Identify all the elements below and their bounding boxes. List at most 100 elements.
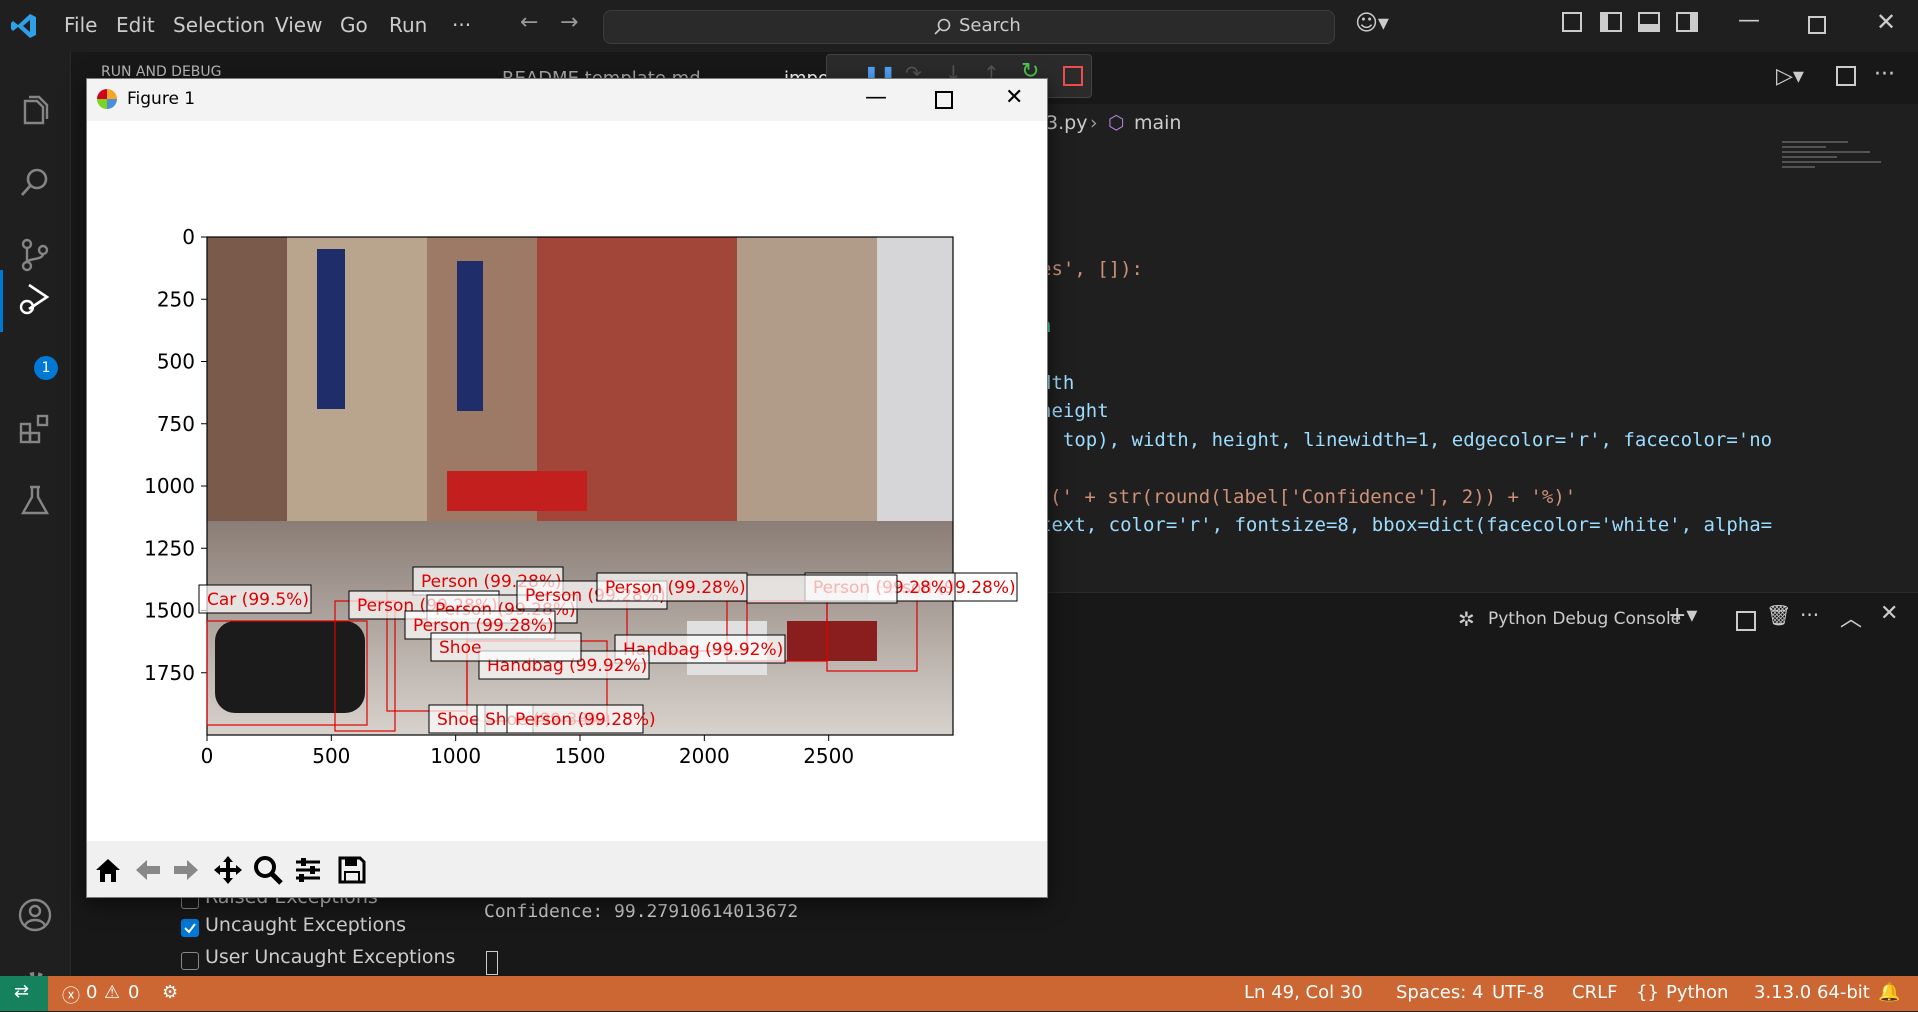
search-label: Search (959, 15, 1021, 36)
close-panel-icon[interactable]: ✕ (1880, 601, 1898, 626)
x-tick-label: 0 (201, 744, 214, 768)
title-bar: File Edit Selection View Go Run ··· ← → … (0, 0, 1918, 52)
menu-file[interactable]: File (64, 13, 97, 37)
split-editor-icon[interactable] (1836, 66, 1856, 86)
remote-icon: ⇄ (14, 981, 30, 1002)
user-uncaught-exceptions-checkbox[interactable] (181, 952, 199, 970)
configure-subplots-icon[interactable] (289, 851, 327, 889)
detection-label: Car (99.5%) (198, 584, 312, 614)
close-window-icon[interactable]: ✕ (1876, 8, 1896, 36)
toggle-secondary-sidebar-icon[interactable] (1676, 12, 1698, 32)
run-file-icon[interactable]: ▷▾ (1776, 64, 1804, 89)
back-icon[interactable] (129, 851, 167, 889)
figure-title: Figure 1 (127, 89, 196, 109)
menu-selection[interactable]: Selection (173, 13, 265, 37)
figure-toolbar (87, 841, 1047, 897)
maximize-panel-icon[interactable]: ︿ (1840, 601, 1862, 633)
remote-indicator[interactable]: ⇄ (0, 976, 48, 1011)
indentation[interactable]: Spaces: 4 (1396, 982, 1483, 1003)
extensions-icon[interactable] (10, 404, 60, 454)
customize-layout-icon[interactable] (1562, 12, 1582, 32)
x-tick-label: 1500 (555, 744, 606, 768)
run-debug-icon[interactable] (10, 274, 60, 324)
panel-more-icon[interactable]: ··· (1800, 603, 1819, 627)
figure-maximize-icon[interactable] (935, 91, 953, 109)
error-count[interactable]: 0 (86, 982, 97, 1003)
new-terminal-icon[interactable]: +▾ (1668, 603, 1697, 628)
minimap[interactable] (1782, 138, 1892, 248)
y-tick-label: 1250 (144, 536, 195, 560)
trash-icon[interactable]: 🗑 (1766, 603, 1791, 627)
forward-arrow-icon[interactable]: → (560, 10, 578, 35)
braces-icon: {} (1636, 982, 1659, 1003)
source-control-icon[interactable] (10, 230, 60, 280)
toggle-panel-icon[interactable] (1638, 12, 1660, 32)
status-bar: ⇄ ⓧ 0 ⚠ 0 ⚙ Ln 49, Col 30 Spaces: 4 UTF-… (0, 976, 1918, 1011)
language-mode[interactable]: Python (1666, 982, 1728, 1003)
restore-icon[interactable] (1808, 16, 1826, 34)
explorer-icon[interactable] (10, 87, 60, 137)
testing-flask-icon[interactable] (10, 476, 60, 526)
minimize-icon[interactable]: — (1738, 8, 1760, 33)
y-tick-label: 1750 (144, 661, 195, 685)
activity-bar: 1 (0, 52, 71, 1002)
code-line: es', []): (1040, 258, 1143, 280)
svg-text:Shoe: Shoe (439, 638, 481, 658)
python-version[interactable]: 3.13.0 64-bit (1754, 982, 1870, 1003)
debug-badge: 1 (34, 356, 58, 380)
detection-label (746, 574, 898, 604)
terminal-cursor[interactable] (486, 951, 498, 975)
search-view-icon[interactable] (10, 157, 60, 207)
x-tick-label: 2000 (679, 744, 730, 768)
figure-minimize-icon[interactable]: — (865, 85, 887, 110)
save-figure-icon[interactable] (333, 851, 371, 889)
menu-go[interactable]: Go (340, 13, 368, 37)
menu-run[interactable]: Run (389, 13, 427, 37)
toggle-sidebar-icon[interactable] (1600, 12, 1622, 32)
editor-more-icon[interactable]: ··· (1874, 62, 1895, 87)
encoding[interactable]: UTF-8 (1492, 982, 1544, 1003)
search-icon (934, 18, 951, 35)
figure-canvas: 0 250 500 750 1000 1250 1500 1750 0 500 1000 1500 2… (144, 225, 1018, 768)
zoom-icon[interactable] (249, 851, 287, 889)
copilot-icon[interactable]: ☺▾ (1355, 11, 1389, 36)
svg-text:Person (99.28%): Person (99.28%) (515, 710, 656, 730)
bug-icon: ✲ (1458, 607, 1475, 631)
code-line: (' + str(round(label['Confidence'], 2)) … (1050, 486, 1577, 508)
figure-titlebar: Figure 1 — ✕ (87, 79, 1047, 121)
uncaught-exceptions-checkbox[interactable] (181, 919, 199, 937)
back-arrow-icon[interactable]: ← (520, 10, 538, 35)
y-tick-label: 0 (182, 225, 195, 249)
y-tick-label: 750 (157, 412, 195, 436)
x-axis: 0 500 1000 1500 2000 2500 (201, 735, 854, 768)
warning-count[interactable]: 0 (128, 982, 139, 1003)
command-search-box[interactable]: Search (603, 10, 1335, 44)
notifications-bell-icon[interactable]: 🔔 (1878, 982, 1900, 1003)
user-uncaught-exceptions-label: User Uncaught Exceptions (205, 946, 456, 968)
menu-view[interactable]: View (275, 13, 322, 37)
accounts-icon[interactable] (10, 890, 60, 940)
breadcrumb-separator-icon: › (1090, 112, 1098, 134)
svg-text:Shoe: Shoe (437, 710, 479, 730)
svg-text:Car (99.5%): Car (99.5%) (207, 590, 309, 610)
home-icon[interactable] (89, 851, 127, 889)
detection-label: Person (99.28%) (506, 704, 656, 734)
line-ending[interactable]: CRLF (1572, 982, 1617, 1003)
menu-more[interactable]: ··· (452, 13, 471, 37)
terminal-output-line: Confidence: 99.27910614013672 (484, 901, 799, 922)
vscode-logo-icon (11, 14, 36, 38)
active-indicator (0, 270, 3, 332)
terminal-title[interactable]: Python Debug Console (1488, 609, 1681, 629)
pan-icon[interactable] (209, 851, 247, 889)
forward-icon[interactable] (167, 851, 205, 889)
breadcrumb-symbol[interactable]: main (1134, 112, 1181, 134)
debug-status-icon[interactable]: ⚙ (162, 982, 178, 1003)
split-terminal-icon[interactable] (1736, 611, 1756, 631)
cursor-position[interactable]: Ln 49, Col 30 (1244, 982, 1363, 1003)
breadcrumb-file[interactable]: 3.py (1046, 112, 1087, 134)
svg-text:Person (99.28%): Person (99.28%) (605, 578, 746, 598)
menu-edit[interactable]: Edit (116, 13, 155, 37)
figure-close-icon[interactable]: ✕ (1005, 85, 1023, 110)
y-axis: 0 250 500 750 1000 1250 1500 1750 (144, 225, 207, 685)
stop-icon[interactable] (1063, 66, 1083, 86)
